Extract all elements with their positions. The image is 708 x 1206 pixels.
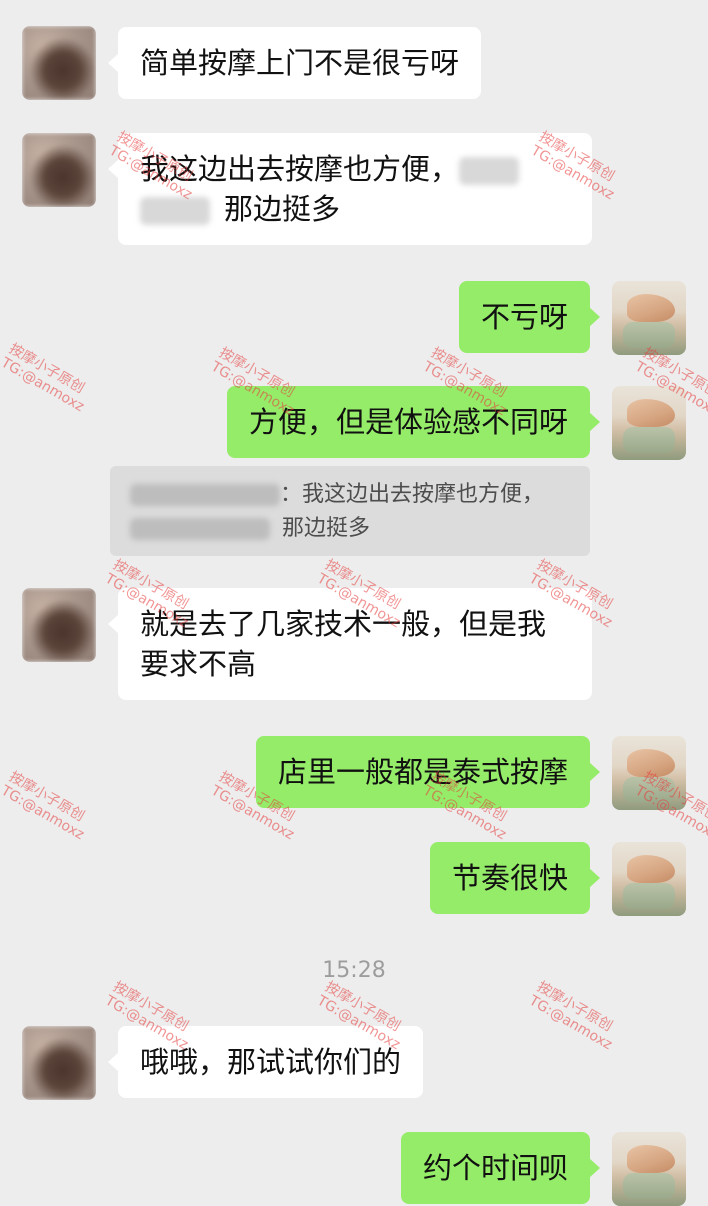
message-bubble-outgoing[interactable]: 约个时间呗 xyxy=(400,1132,601,1204)
watermark: 按摩小子原创 TG:@anmoxz xyxy=(0,340,87,416)
message-text: 店里一般都是泰式按摩 xyxy=(277,755,568,789)
message-bubble-outgoing[interactable]: 节奏很快 xyxy=(429,842,601,914)
chat-timestamp: 15:28 xyxy=(322,958,386,983)
message-text: 我这边出去按摩也方便， xyxy=(140,152,460,186)
message-bubble-incoming[interactable]: 简单按摩上门不是很亏呀 xyxy=(107,27,482,99)
self-avatar[interactable] xyxy=(612,736,686,810)
quote-text: ：我这边出去按摩也方便， xyxy=(280,482,545,507)
message-text: 方便，但是体验感不同呀 xyxy=(248,405,568,439)
redacted-text xyxy=(130,484,280,506)
contact-avatar[interactable] xyxy=(22,26,96,100)
message-bubble-outgoing[interactable]: 店里一般都是泰式按摩 xyxy=(255,736,601,808)
self-avatar[interactable] xyxy=(612,1132,686,1206)
self-avatar[interactable] xyxy=(612,842,686,916)
watermark: 按摩小子原创 TG:@anmoxz xyxy=(0,768,87,844)
contact-avatar[interactable] xyxy=(22,588,96,662)
message-bubble-incoming[interactable]: 我这边出去按摩也方便， 那边挺多 xyxy=(108,133,592,245)
message-text: 不亏呀 xyxy=(480,300,568,334)
quoted-message[interactable]: ：我这边出去按摩也方便， 那边挺多 xyxy=(110,466,590,556)
message-bubble-incoming[interactable]: 就是去了几家技术一般，但是我 要求不高 xyxy=(108,588,592,700)
watermark: 按摩小子原创 TG:@anmoxz xyxy=(526,978,615,1054)
self-avatar[interactable] xyxy=(612,386,686,460)
contact-avatar[interactable] xyxy=(22,133,96,207)
self-avatar[interactable] xyxy=(612,281,686,355)
message-bubble-outgoing[interactable]: 方便，但是体验感不同呀 xyxy=(226,386,601,458)
redacted-text xyxy=(130,518,270,540)
message-text: 要求不高 xyxy=(140,647,257,681)
redacted-text xyxy=(459,157,520,185)
message-text: 约个时间呗 xyxy=(422,1151,568,1185)
quote-text: 那边挺多 xyxy=(282,516,371,541)
message-bubble-outgoing[interactable]: 不亏呀 xyxy=(458,281,601,353)
message-bubble-incoming[interactable]: 哦哦，那试试你们的 xyxy=(107,1026,424,1098)
message-text: 简单按摩上门不是很亏呀 xyxy=(140,46,460,80)
redacted-text xyxy=(140,197,210,225)
message-text: 那边挺多 xyxy=(224,192,341,226)
message-text: 就是去了几家技术一般，但是我 xyxy=(140,607,547,641)
message-text: 节奏很快 xyxy=(451,861,568,895)
message-text: 哦哦，那试试你们的 xyxy=(140,1045,402,1079)
contact-avatar[interactable] xyxy=(22,1026,96,1100)
